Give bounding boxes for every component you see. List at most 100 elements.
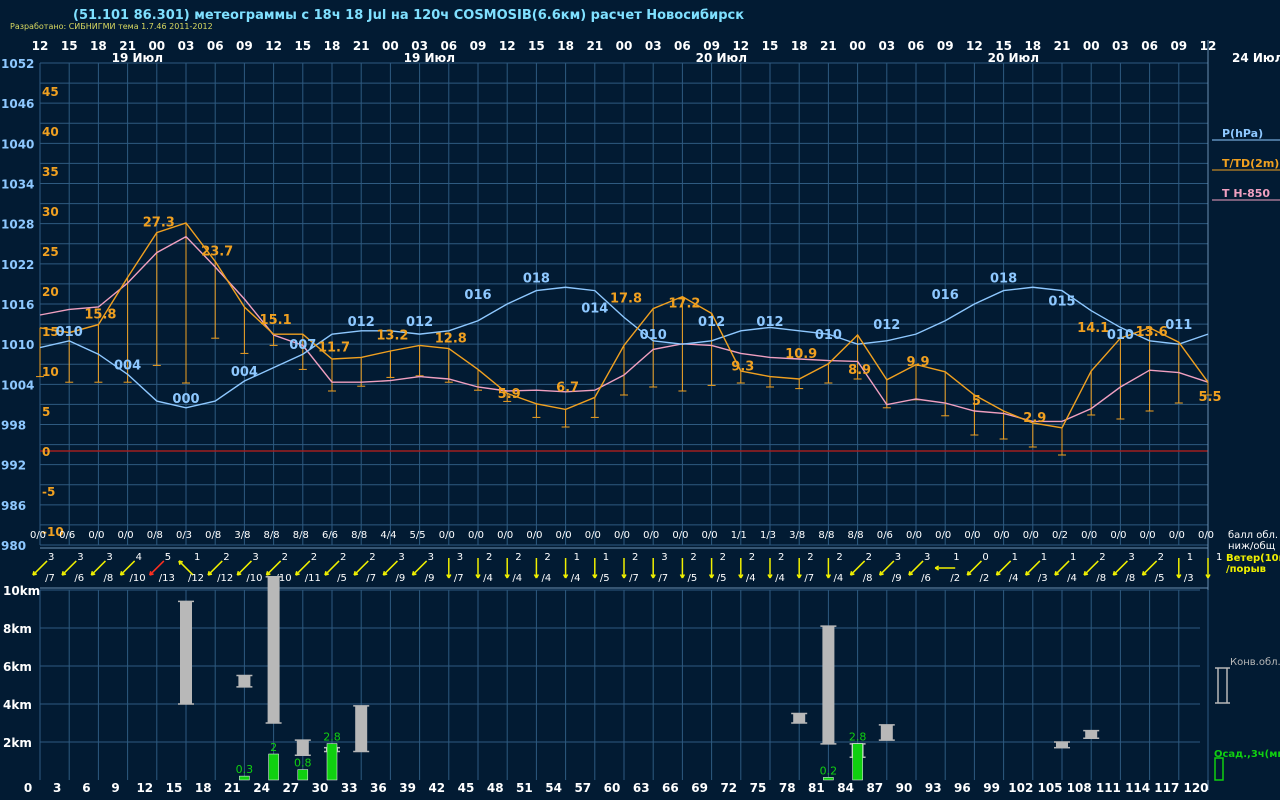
wind-arrowhead <box>295 571 298 576</box>
hour-tick-label: 18 <box>791 39 808 53</box>
bottom-hour-label: 45 <box>458 781 475 795</box>
wind-gust-value: /7 <box>804 573 814 584</box>
wind-speed-value: 3 <box>398 552 404 563</box>
temperature-data-label: 9.3 <box>731 360 754 375</box>
temperature-axis-label: 0 <box>42 445 50 459</box>
wind-gust-value: /12 <box>188 573 204 584</box>
precip-bar <box>297 769 309 781</box>
wind-speed-value: 3 <box>77 552 83 563</box>
wind-speed-value: 0 <box>982 552 988 563</box>
day-label: 20 Июл <box>696 51 747 65</box>
wind-speed-value: 2 <box>340 552 346 563</box>
bottom-hour-label: 96 <box>954 781 971 795</box>
pressure-axis-label: 1046 <box>1 97 34 111</box>
temperature-axis-label: 40 <box>42 125 59 139</box>
altitude-axis-label: 10km <box>3 584 40 598</box>
precip-value-label: 2.8 <box>849 731 867 744</box>
wind-speed-value: 3 <box>428 552 434 563</box>
wind-speed-value: 1 <box>1070 552 1076 563</box>
wind-arrowhead <box>849 571 853 576</box>
cloud-cover-value: 0/8 <box>147 530 163 541</box>
cloud-cover-value: 8/8 <box>848 530 864 541</box>
wind-gust-value: /4 <box>483 573 493 584</box>
wind-speed-value: 2 <box>836 552 842 563</box>
precip-value-label: 0.3 <box>236 763 254 776</box>
bottom-hour-label: 15 <box>166 781 183 795</box>
wind-speed-value: 1 <box>953 552 959 563</box>
hour-tick-label: 00 <box>1083 39 1100 53</box>
pressure-axis-label: 998 <box>1 419 26 433</box>
bottom-hour-label: 111 <box>1096 781 1121 795</box>
meteogram-chart: 12 15 18 21 00 03 06 09 12 15 18 21 00 03 06 09 12 15 18 21… <box>1 39 1280 795</box>
hour-tick-label: 15 <box>528 39 545 53</box>
wind-arrowhead <box>1112 571 1116 576</box>
temperature-axis-label: 20 <box>42 285 59 299</box>
wind-arrowhead <box>236 571 240 576</box>
pressure-axis-label: 1028 <box>1 218 34 232</box>
pressure-data-label: 011 <box>1165 318 1192 333</box>
hour-tick-label: 09 <box>236 39 253 53</box>
wind-speed-value: 1 <box>1187 552 1193 563</box>
wind-speed-value: 2 <box>311 552 317 563</box>
pressure-axis-label: 992 <box>1 459 26 473</box>
bottom-hour-label: 30 <box>312 781 329 795</box>
temperature-data-label: 5.5 <box>1198 390 1221 405</box>
day-label: 19 Июл <box>112 51 163 65</box>
temperature-data-label: 14.1 <box>1077 321 1109 336</box>
pressure-data-label: 014 <box>581 301 608 316</box>
bottom-hour-label: 21 <box>224 781 241 795</box>
wind-arrowhead <box>324 571 327 576</box>
pressure-axis-label: 1052 <box>1 57 34 71</box>
wind-gust-value: /4 <box>775 573 785 584</box>
pressure-axis-label: 1040 <box>1 137 34 151</box>
temperature-data-label: 6.7 <box>556 380 579 395</box>
hour-tick-label: 21 <box>820 39 837 53</box>
cloud-cover-value: 0/0 <box>585 530 601 541</box>
cloud-cover-value: 8/8 <box>351 530 367 541</box>
wind-speed-value: 2 <box>282 552 288 563</box>
pressure-data-label: 016 <box>932 288 959 303</box>
wind-gust-value: /8 <box>1126 573 1136 584</box>
bottom-hour-label: 39 <box>399 781 416 795</box>
cloud-cover-value: 0/6 <box>59 530 75 541</box>
cloud-cover-value: 0/0 <box>1140 530 1156 541</box>
bottom-hour-label: 33 <box>341 781 358 795</box>
legend-label: P(hPa) <box>1222 127 1263 140</box>
cloud-cover-label-line2: ниж/общ <box>1228 541 1275 552</box>
precip-bar <box>823 777 834 781</box>
wind-speed-value: 3 <box>1128 552 1134 563</box>
wind-speed-value: 3 <box>48 552 54 563</box>
hour-tick-label: 03 <box>178 39 195 53</box>
wind-speed-value: 4 <box>136 552 142 563</box>
bottom-hour-label: 108 <box>1067 781 1092 795</box>
bottom-hour-label: 114 <box>1125 781 1150 795</box>
legend-label: T H-850 <box>1222 187 1270 200</box>
wind-arrowhead <box>32 571 35 576</box>
wind-gust-value: /4 <box>542 573 552 584</box>
pressure-axis-label: 1010 <box>1 338 34 352</box>
convective-cloud-bar <box>180 601 192 704</box>
pressure-data-label: 000 <box>172 392 199 407</box>
bottom-hour-label: 24 <box>253 781 270 795</box>
temperature-axis-label: 10 <box>42 365 59 379</box>
wind-gust-value: /6 <box>921 573 931 584</box>
precip-legend-label: Осад.,3ч(мм) <box>1214 749 1280 760</box>
cloud-cover-value: 0/0 <box>935 530 951 541</box>
hour-tick-label: 06 <box>1141 39 1158 53</box>
hour-tick-label: 18 <box>557 39 574 53</box>
wind-speed-value: 2 <box>544 552 550 563</box>
wind-arrowhead <box>1141 571 1145 576</box>
pressure-data-label: 012 <box>756 315 783 330</box>
precip-bar <box>852 743 863 781</box>
cloud-cover-value: 0/0 <box>1198 530 1214 541</box>
pressure-axis-label: 980 <box>1 539 26 553</box>
cloud-cover-value: 8/8 <box>818 530 834 541</box>
wind-gust-value: /5 <box>337 573 347 584</box>
wind-arrowhead <box>382 571 386 576</box>
bottom-hour-label: 84 <box>837 781 854 795</box>
precip-bar <box>268 753 279 781</box>
altitude-axis-label: 6km <box>3 660 32 674</box>
bottom-hour-label: 87 <box>866 781 883 795</box>
hour-tick-label: 09 <box>470 39 487 53</box>
wind-speed-value: 3 <box>661 552 667 563</box>
